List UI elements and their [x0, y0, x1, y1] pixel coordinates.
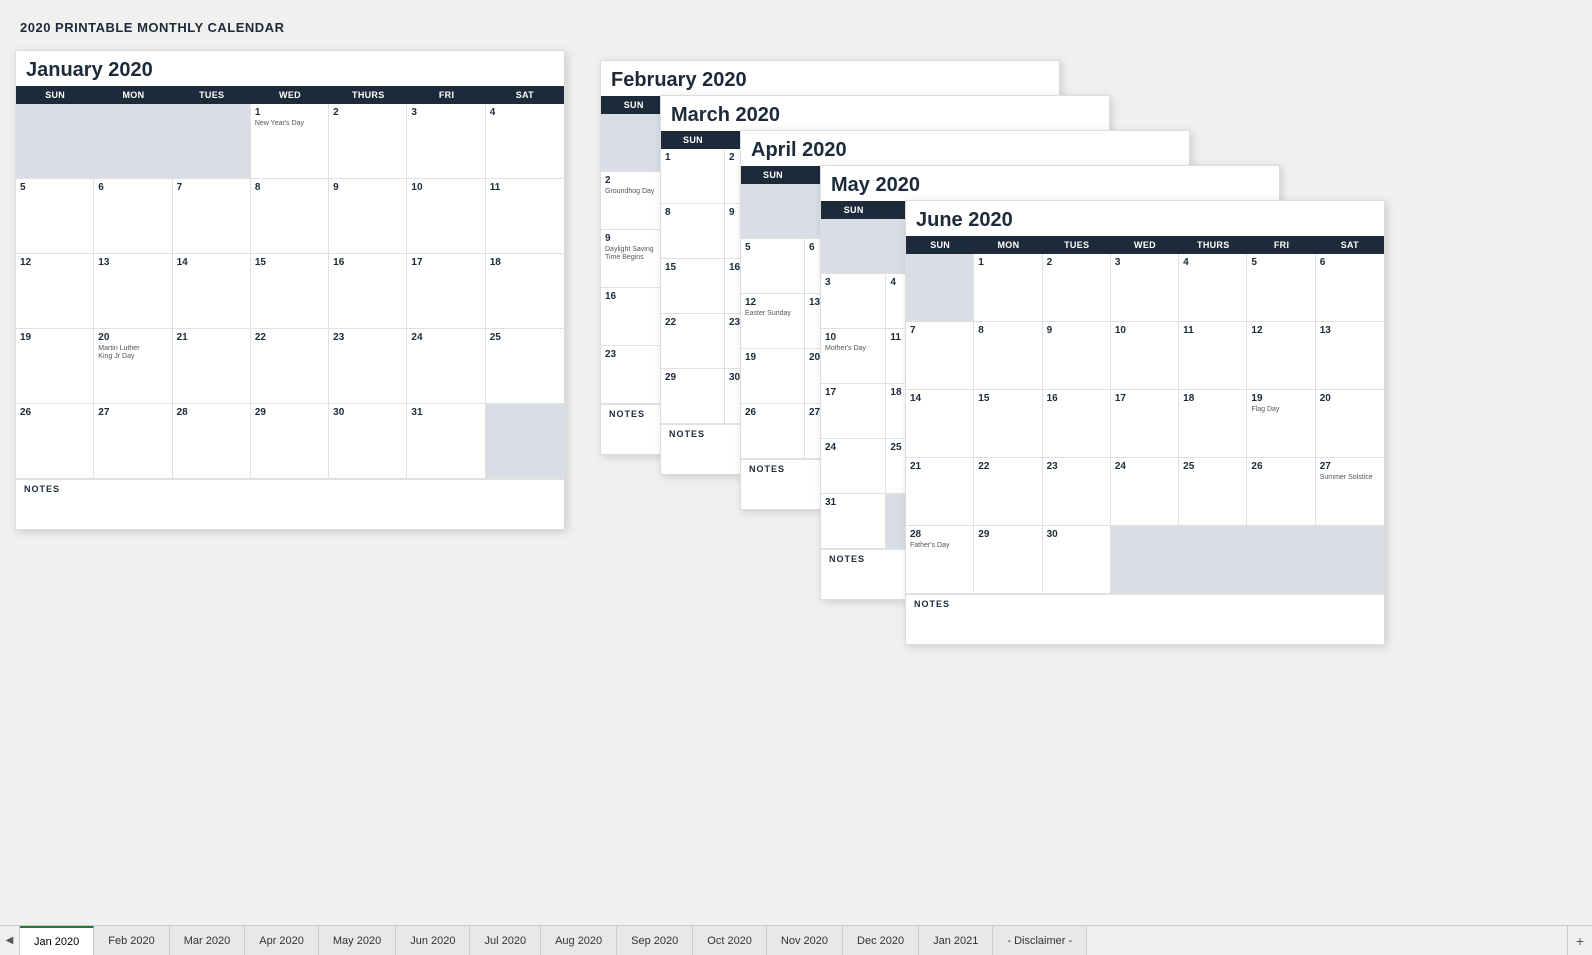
tab-sep-2020[interactable]: Sep 2020 [617, 926, 693, 955]
jan-cell: 15 [251, 254, 329, 329]
page-title: 2020 PRINTABLE MONTHLY CALENDAR [20, 20, 1572, 35]
jan-hdr-mon: MON [94, 86, 172, 104]
jan-cell: 1New Year's Day [251, 104, 329, 179]
tab-scroll-left[interactable]: ◀ [0, 926, 20, 955]
january-calendar: January 2020 SUN MON TUES WED THURS FRI … [15, 50, 565, 530]
tab-jan-2020[interactable]: Jan 2020 [20, 926, 94, 955]
jun-notes: NOTES [906, 594, 1384, 644]
tab-dec-2020[interactable]: Dec 2020 [843, 926, 919, 955]
jan-notes-label: NOTES [24, 484, 60, 494]
jan-cell: 14 [173, 254, 251, 329]
jun-body: 1 2 3 4 5 6 7 8 9 10 11 12 13 14 15 16 1… [906, 254, 1384, 594]
jan-cell: 22 [251, 329, 329, 404]
jan-cell: 7 [173, 179, 251, 254]
jan-cell: 8 [251, 179, 329, 254]
tab-disclaimer[interactable]: - Disclaimer - [993, 926, 1087, 955]
jan-cell: 25 [486, 329, 564, 404]
jan-cell: 9 [329, 179, 407, 254]
jan-hdr-sun: SUN [16, 86, 94, 104]
may-title: May 2020 [821, 166, 1279, 201]
june-calendar: June 2020 SUN MON TUES WED THURS FRI SAT… [905, 200, 1385, 645]
mar-title: March 2020 [661, 96, 1109, 131]
jan-cell: 4 [486, 104, 564, 179]
jan-hdr-tue: TUES [173, 86, 251, 104]
feb-title: February 2020 [601, 61, 1059, 96]
jan-cell: 26 [16, 404, 94, 479]
jan-hdr-fri: FRI [407, 86, 485, 104]
jan-cell [486, 404, 564, 479]
jan-cell: 12 [16, 254, 94, 329]
jan-grid: SUN MON TUES WED THURS FRI SAT 1New Year… [16, 86, 564, 479]
jan-cell: 21 [173, 329, 251, 404]
main-area: 2020 PRINTABLE MONTHLY CALENDAR January … [0, 0, 1592, 910]
jan-cell: 11 [486, 179, 564, 254]
jan-cell: 20Martin LutherKing Jr Day [94, 329, 172, 404]
jan-cell: 28 [173, 404, 251, 479]
jan-cell: 18 [486, 254, 564, 329]
jan-cell [16, 104, 94, 179]
jan-cell: 13 [94, 254, 172, 329]
tab-nov-2020[interactable]: Nov 2020 [767, 926, 843, 955]
jun-grid: SUN MON TUES WED THURS FRI SAT 1 2 3 4 5… [906, 236, 1384, 594]
jan-cell: 27 [94, 404, 172, 479]
tab-aug-2020[interactable]: Aug 2020 [541, 926, 617, 955]
jun-title: June 2020 [906, 201, 1384, 236]
tab-may-2020[interactable]: May 2020 [319, 926, 396, 955]
jan-body: 1New Year's Day 2 3 4 5 6 7 8 9 10 11 12… [16, 104, 564, 479]
tab-mar-2020[interactable]: Mar 2020 [170, 926, 245, 955]
jan-header: SUN MON TUES WED THURS FRI SAT [16, 86, 564, 104]
tab-feb-2020[interactable]: Feb 2020 [94, 926, 169, 955]
tab-bar: ◀ Jan 2020 Feb 2020 Mar 2020 Apr 2020 Ma… [0, 925, 1592, 955]
jan-hdr-sat: SAT [486, 86, 564, 104]
jan-cell: 2 [329, 104, 407, 179]
jun-header: SUN MON TUES WED THURS FRI SAT [906, 236, 1384, 254]
apr-title: April 2020 [741, 131, 1189, 166]
jan-cell: 24 [407, 329, 485, 404]
jan-title: January 2020 [16, 51, 564, 86]
jan-cell: 3 [407, 104, 485, 179]
jan-cell [94, 104, 172, 179]
jan-cell: 10 [407, 179, 485, 254]
jan-cell: 17 [407, 254, 485, 329]
jan-hdr-wed: WED [251, 86, 329, 104]
jan-cell: 29 [251, 404, 329, 479]
jan-cell: 30 [329, 404, 407, 479]
tab-jul-2020[interactable]: Jul 2020 [470, 926, 541, 955]
jan-cell [173, 104, 251, 179]
tab-add-button[interactable]: + [1567, 926, 1592, 955]
jan-cell: 6 [94, 179, 172, 254]
tab-apr-2020[interactable]: Apr 2020 [245, 926, 319, 955]
tab-jun-2020[interactable]: Jun 2020 [396, 926, 470, 955]
jan-cell: 19 [16, 329, 94, 404]
tab-jan-2021[interactable]: Jan 2021 [919, 926, 993, 955]
jan-cell: 23 [329, 329, 407, 404]
tab-oct-2020[interactable]: Oct 2020 [693, 926, 767, 955]
jan-cell: 5 [16, 179, 94, 254]
jan-cell: 31 [407, 404, 485, 479]
jan-hdr-thu: THURS [329, 86, 407, 104]
jan-notes: NOTES [16, 479, 564, 529]
jan-cell: 16 [329, 254, 407, 329]
